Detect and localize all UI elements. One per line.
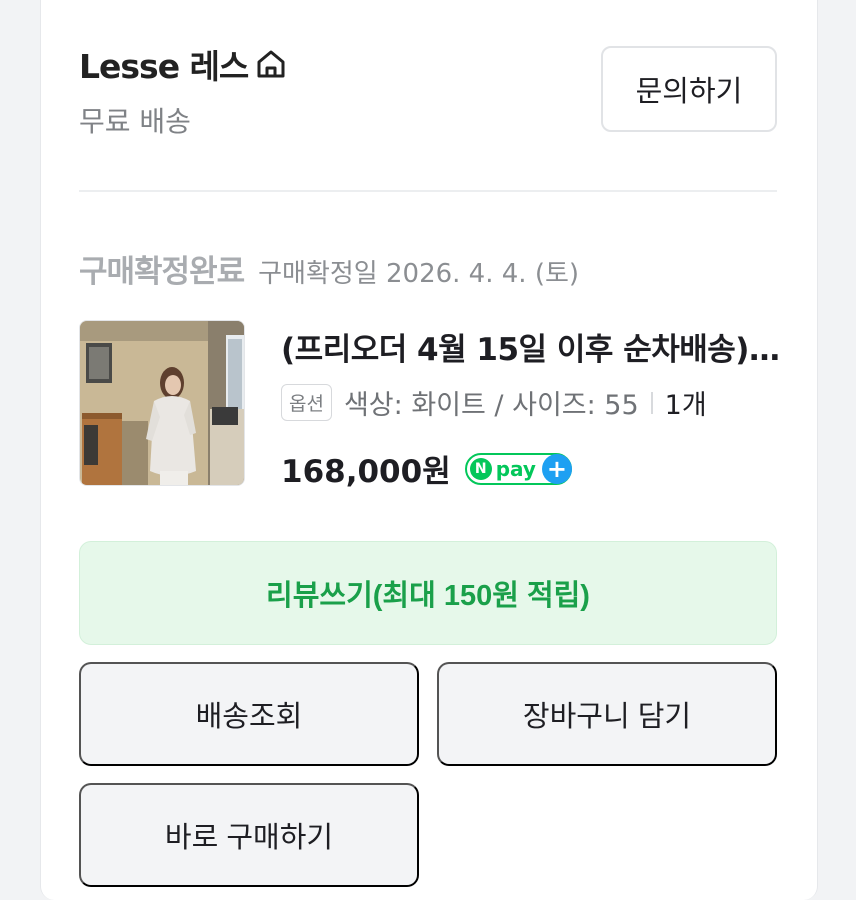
- store-header[interactable]: Lesse 레스: [79, 40, 288, 88]
- npay-n-icon: N: [469, 457, 492, 480]
- track-shipping-button[interactable]: 배송조회: [79, 662, 419, 766]
- buy-now-button[interactable]: 바로 구매하기: [79, 783, 419, 887]
- divider: [79, 190, 777, 192]
- order-card: Lesse 레스 무료 배송 문의하기 구매확정완료 구매확정일 2026. 4…: [40, 0, 818, 900]
- product-thumbnail[interactable]: [79, 320, 245, 486]
- order-status-row: 구매확정완료 구매확정일 2026. 4. 4. (토): [79, 246, 579, 291]
- store-name[interactable]: Lesse 레스: [79, 40, 288, 88]
- write-review-button[interactable]: 리뷰쓰기(최대 150원 적립): [79, 541, 777, 645]
- npay-label: pay: [495, 456, 536, 481]
- product-title[interactable]: (프리오더 4월 15일 이후 순차배송) 롱 원피스: [281, 324, 781, 369]
- price-row: 168,000원 N pay +: [281, 446, 572, 491]
- home-icon: [257, 50, 285, 78]
- npay-badge: N pay +: [464, 452, 572, 485]
- plus-icon: +: [541, 453, 572, 484]
- option-separator: [650, 391, 653, 414]
- confirm-date: 구매확정일 2026. 4. 4. (토): [258, 259, 580, 289]
- quantity: 1개: [664, 390, 707, 421]
- inquiry-button[interactable]: 문의하기: [601, 46, 777, 132]
- product-options: 옵션 색상: 화이트 / 사이즈: 55 1개: [281, 383, 707, 422]
- shipping-info: 무료 배송: [79, 105, 191, 138]
- order-status: 구매확정완료: [79, 254, 245, 290]
- product-price: 168,000원: [281, 454, 451, 490]
- option-badge: 옵션: [281, 384, 332, 421]
- store-name-text[interactable]: Lesse 레스: [79, 40, 249, 88]
- product-photo: [80, 321, 244, 485]
- option-text: 색상: 화이트 / 사이즈: 55: [343, 390, 639, 421]
- add-to-cart-button[interactable]: 장바구니 담기: [437, 662, 777, 766]
